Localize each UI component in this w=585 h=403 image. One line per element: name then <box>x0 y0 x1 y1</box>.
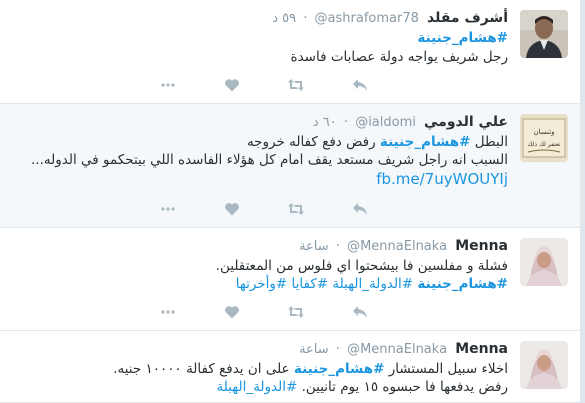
tweet-link-line: fb.me/7uyWOUYIj <box>376 170 508 188</box>
hashtag-link[interactable]: #الدولة_الهبلة <box>217 379 298 395</box>
more-dots-icon <box>161 83 175 87</box>
display-name[interactable]: أشرف مقلد <box>427 10 508 26</box>
tweet-item[interactable]: أشرف مقلد @ashrafomar78 · ٥٩ د #هشام_جني… <box>0 0 580 104</box>
hashtag-link[interactable]: #الدولة_الهبلة <box>332 276 413 292</box>
heart-icon <box>225 79 239 92</box>
avatar[interactable] <box>520 238 568 286</box>
tweet-actions <box>112 304 368 320</box>
avatar[interactable] <box>520 341 568 389</box>
tweet-item[interactable]: Menna @MennaElnaka · ساعة فشلة و مفلسين … <box>0 228 580 331</box>
display-name[interactable]: علي الدومي <box>424 114 508 130</box>
tweet-text: البطل <box>470 134 508 150</box>
separator-dot: · <box>303 11 308 26</box>
timestamp[interactable]: ٦٠ د <box>313 115 337 130</box>
display-name[interactable]: Menna <box>455 341 508 357</box>
tweet-text-line: البطل #هشام_جنينة رفض دفع كفاله خروجه <box>247 133 508 151</box>
hashtag-link[interactable]: #وأخرتها <box>236 276 287 292</box>
username[interactable]: @ialdomi <box>355 115 416 130</box>
reply-button[interactable] <box>304 77 368 93</box>
reply-icon <box>353 306 367 318</box>
more-dots-icon <box>161 310 175 314</box>
like-button[interactable] <box>176 201 240 217</box>
tweet-header: Menna @MennaElnaka · ساعة <box>299 340 508 359</box>
separator-dot: · <box>335 342 340 357</box>
heart-icon <box>225 203 239 216</box>
reply-button[interactable] <box>304 201 368 217</box>
retweet-button[interactable] <box>240 304 304 320</box>
timestamp[interactable]: ساعة <box>299 239 329 254</box>
like-button[interactable] <box>176 77 240 93</box>
timestamp[interactable]: ٥٩ د <box>272 11 296 26</box>
heart-icon <box>225 306 239 319</box>
separator-dot: · <box>343 115 349 130</box>
tweet-item[interactable]: وثنسان تغتفر لك ذلك علي الدومي @ialdomi … <box>0 104 580 228</box>
reply-button[interactable] <box>304 304 368 320</box>
tweet-text: فشلة و مفلسين فا بيشحتوا اي فلوس من المع… <box>215 258 508 274</box>
retweet-button[interactable] <box>240 201 304 217</box>
hashtag-link[interactable]: #هشام_جنينة <box>417 30 508 46</box>
like-button[interactable] <box>176 304 240 320</box>
svg-text:تغتفر لك ذلك: تغتفر لك ذلك <box>528 141 561 148</box>
username[interactable]: @ashrafomar78 <box>315 11 419 26</box>
tweet-text: السبب انه راجل شريف مستعد يقف امام كل هؤ… <box>31 152 508 168</box>
tweet-actions <box>112 201 368 217</box>
tweet-text-line: رفض يدفعها فا حبسوه ١٥ يوم تانيين. #الدو… <box>217 378 508 396</box>
hashtag-line: #هشام_جنينة #الدولة_الهبلة #كفايا #وأخرت… <box>236 275 508 293</box>
tweet-actions <box>112 77 368 93</box>
tweet-text: رفض يدفعها فا حبسوه ١٥ يوم تانيين. <box>301 379 508 395</box>
username[interactable]: @MennaElnaka <box>347 239 447 254</box>
tweet-text: رفض دفع كفاله خروجه <box>246 134 380 150</box>
display-name[interactable]: Menna <box>455 238 508 254</box>
more-button[interactable] <box>112 77 176 93</box>
tweet-header: أشرف مقلد @ashrafomar78 · ٥٩ د <box>272 9 508 28</box>
timestamp[interactable]: ساعة <box>299 342 329 357</box>
retweet-button[interactable] <box>240 77 304 93</box>
username[interactable]: @MennaElnaka <box>347 342 447 357</box>
timeline-stream: أشرف مقلد @ashrafomar78 · ٥٩ د #هشام_جني… <box>0 0 580 403</box>
more-button[interactable] <box>112 201 176 217</box>
svg-text:وثنسان: وثنسان <box>534 128 555 136</box>
hashtag-link[interactable]: #هشام_جنينة <box>417 276 508 292</box>
external-link[interactable]: fb.me/7uyWOUYIj <box>376 170 508 188</box>
more-dots-icon <box>161 207 175 211</box>
avatar[interactable]: وثنسان تغتفر لك ذلك <box>520 114 568 162</box>
more-button[interactable] <box>112 304 176 320</box>
hashtag-link[interactable]: #هشام_جنينة <box>380 134 471 150</box>
hashtag-link[interactable]: #كفايا <box>292 276 329 292</box>
tweet-item[interactable]: Menna @MennaElnaka · ساعة اخلاء سبيل الم… <box>0 331 580 403</box>
tweet-text: رجل شريف يواجه دولة عصابات فاسدة <box>290 49 508 65</box>
tweet-text: على ان يدفع كفالة ١٠٠٠٠ جنيه. <box>113 361 294 377</box>
tweet-text-line: اخلاء سبيل المستشار #هشام_جنينة على ان ي… <box>113 360 508 378</box>
retweet-icon <box>288 306 304 318</box>
reply-icon <box>353 203 367 215</box>
tweet-text: اخلاء سبيل المستشار <box>384 361 508 377</box>
separator-dot: · <box>335 239 340 254</box>
retweet-icon <box>288 203 304 215</box>
tweet-hashtag-line: #هشام_جنينة <box>417 29 508 47</box>
hashtag-link[interactable]: #هشام_جنينة <box>294 361 385 377</box>
avatar[interactable] <box>520 10 568 58</box>
tweet-header: علي الدومي @ialdomi · ٦٠ د <box>313 113 508 132</box>
retweet-icon <box>288 79 304 91</box>
tweet-header: Menna @MennaElnaka · ساعة <box>299 237 508 256</box>
reply-icon <box>353 79 367 91</box>
